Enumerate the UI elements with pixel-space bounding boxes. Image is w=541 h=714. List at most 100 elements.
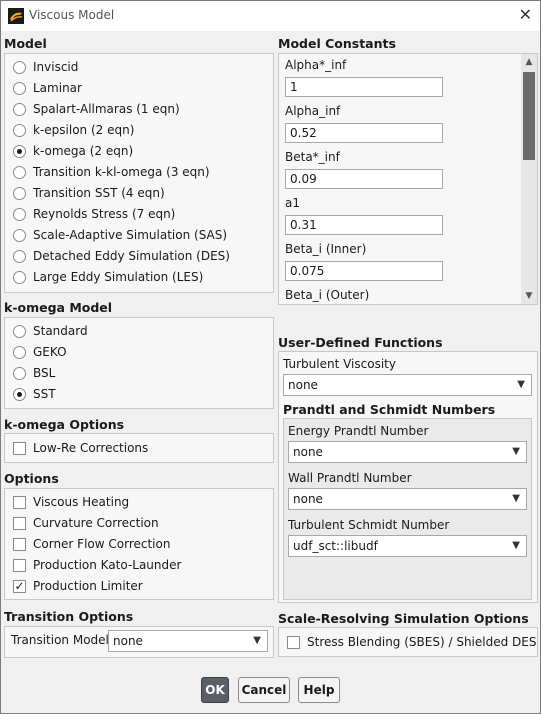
model-option-spalart-allmaras[interactable]: Spalart-Allmaras (1 eqn) bbox=[13, 100, 180, 118]
transition-options-section-title: Transition Options bbox=[4, 609, 134, 624]
radio-button-selected[interactable] bbox=[13, 387, 26, 401]
scroll-up-icon[interactable]: ▲ bbox=[521, 54, 537, 70]
beta-star-inf-input[interactable]: 0.09 bbox=[285, 169, 443, 189]
a1-input[interactable]: 0.31 bbox=[285, 215, 443, 235]
model-option-transition-k-kl-omega[interactable]: Transition k-kl-omega (3 eqn) bbox=[13, 163, 210, 181]
chevron-down-icon: ▼ bbox=[512, 540, 520, 551]
help-button[interactable]: Help bbox=[298, 677, 340, 703]
radio-button[interactable] bbox=[13, 324, 26, 338]
radio-button[interactable] bbox=[13, 366, 26, 380]
radio-button[interactable] bbox=[13, 345, 26, 359]
constants-scrollbar[interactable]: ▲ ▼ bbox=[521, 54, 537, 304]
checkbox[interactable] bbox=[13, 441, 26, 455]
srs-options-panel: Stress Blending (SBES) / Shielded DES bbox=[278, 627, 538, 657]
energy-prandtl-dropdown[interactable]: none ▼ bbox=[288, 441, 527, 463]
komega-option-geko[interactable]: GEKO bbox=[13, 343, 67, 361]
constant-label: Alpha*_inf bbox=[285, 58, 347, 72]
model-option-k-epsilon[interactable]: k-epsilon (2 eqn) bbox=[13, 121, 134, 139]
transition-model-label: Transition Model bbox=[11, 633, 109, 647]
turbulent-schmidt-dropdown[interactable]: udf_sct::libudf ▼ bbox=[288, 535, 527, 557]
transition-model-dropdown[interactable]: none ▼ bbox=[108, 630, 268, 652]
option-label: Scale-Adaptive Simulation (SAS) bbox=[33, 228, 228, 242]
constant-label: Beta_i (Outer) bbox=[285, 288, 370, 302]
model-constants-section-title: Model Constants bbox=[278, 36, 396, 51]
production-kato-launder-checkbox[interactable]: Production Kato-Launder bbox=[13, 556, 181, 574]
window-title: Viscous Model bbox=[29, 8, 115, 22]
model-constants-panel: Alpha*_inf 1 Alpha_inf 0.52 Beta*_inf 0.… bbox=[278, 53, 538, 305]
viscous-heating-checkbox[interactable]: Viscous Heating bbox=[13, 493, 129, 511]
radio-button[interactable] bbox=[13, 228, 26, 242]
checkbox[interactable] bbox=[13, 537, 26, 551]
model-option-reynolds-stress[interactable]: Reynolds Stress (7 eqn) bbox=[13, 205, 175, 223]
model-option-k-omega[interactable]: k-omega (2 eqn) bbox=[13, 142, 133, 160]
chevron-down-icon: ▼ bbox=[512, 446, 520, 457]
option-label: k-omega (2 eqn) bbox=[33, 144, 134, 158]
radio-button-selected[interactable] bbox=[13, 144, 26, 158]
option-label: Laminar bbox=[33, 81, 82, 95]
prandtl-schmidt-title: Prandtl and Schmidt Numbers bbox=[283, 402, 496, 417]
close-icon[interactable]: ✕ bbox=[519, 6, 532, 24]
corner-flow-correction-checkbox[interactable]: Corner Flow Correction bbox=[13, 535, 170, 553]
radio-button[interactable] bbox=[13, 60, 26, 74]
constant-label: Beta_i (Inner) bbox=[285, 242, 367, 256]
option-label: Transition k-kl-omega (3 eqn) bbox=[33, 165, 210, 179]
model-option-inviscid[interactable]: Inviscid bbox=[13, 58, 78, 76]
model-option-les[interactable]: Large Eddy Simulation (LES) bbox=[13, 268, 203, 286]
komega-option-standard[interactable]: Standard bbox=[13, 322, 88, 340]
model-option-laminar[interactable]: Laminar bbox=[13, 79, 82, 97]
production-limiter-checkbox[interactable]: ✓ Production Limiter bbox=[13, 577, 143, 595]
dropdown-value: udf_sct::libudf bbox=[293, 539, 378, 553]
checkbox-checked[interactable]: ✓ bbox=[13, 579, 26, 593]
scroll-down-icon[interactable]: ▼ bbox=[521, 288, 537, 304]
komega-option-bsl[interactable]: BSL bbox=[13, 364, 55, 382]
constant-label: Beta*_inf bbox=[285, 150, 340, 164]
checkbox[interactable] bbox=[13, 558, 26, 572]
radio-button[interactable] bbox=[13, 165, 26, 179]
dropdown-value: none bbox=[293, 445, 323, 459]
model-option-sas[interactable]: Scale-Adaptive Simulation (SAS) bbox=[13, 226, 227, 244]
checkbox[interactable] bbox=[287, 635, 300, 649]
viscous-model-dialog: Viscous Model ✕ Model Inviscid Laminar S… bbox=[0, 0, 541, 714]
checkbox-label: Corner Flow Correction bbox=[33, 537, 171, 551]
komega-options-section-title: k-omega Options bbox=[4, 417, 125, 432]
constant-label: a1 bbox=[285, 196, 300, 210]
radio-button[interactable] bbox=[13, 270, 26, 284]
radio-button[interactable] bbox=[13, 186, 26, 200]
radio-button[interactable] bbox=[13, 207, 26, 221]
dropdown-value: none bbox=[113, 634, 143, 648]
constant-label: Alpha_inf bbox=[285, 104, 341, 118]
chevron-down-icon: ▼ bbox=[512, 493, 520, 504]
cancel-button[interactable]: Cancel bbox=[238, 677, 290, 703]
alpha-star-inf-input[interactable]: 1 bbox=[285, 77, 443, 97]
checkbox-label: Viscous Heating bbox=[33, 495, 130, 509]
alpha-inf-input[interactable]: 0.52 bbox=[285, 123, 443, 143]
option-label: Detached Eddy Simulation (DES) bbox=[33, 249, 230, 263]
radio-button[interactable] bbox=[13, 102, 26, 116]
title-bar: Viscous Model ✕ bbox=[1, 1, 540, 31]
komega-options-panel: Low-Re Corrections bbox=[4, 433, 274, 463]
model-option-des[interactable]: Detached Eddy Simulation (DES) bbox=[13, 247, 230, 265]
model-option-transition-sst[interactable]: Transition SST (4 eqn) bbox=[13, 184, 165, 202]
checkbox[interactable] bbox=[13, 495, 26, 509]
app-icon bbox=[8, 8, 24, 24]
radio-button[interactable] bbox=[13, 81, 26, 95]
radio-button[interactable] bbox=[13, 123, 26, 137]
komega-option-sst[interactable]: SST bbox=[13, 385, 56, 403]
curvature-correction-checkbox[interactable]: Curvature Correction bbox=[13, 514, 159, 532]
options-panel: Viscous Heating Curvature Correction Cor… bbox=[4, 488, 274, 600]
turbulent-viscosity-dropdown[interactable]: none ▼ bbox=[283, 374, 532, 396]
beta-i-inner-input[interactable]: 0.075 bbox=[285, 261, 443, 281]
stress-blending-checkbox[interactable]: Stress Blending (SBES) / Shielded DES bbox=[287, 633, 536, 651]
checkbox-label: Stress Blending (SBES) / Shielded DES bbox=[307, 635, 537, 649]
ok-button[interactable]: OK bbox=[201, 677, 229, 703]
model-panel: Inviscid Laminar Spalart-Allmaras (1 eqn… bbox=[4, 53, 274, 293]
wall-prandtl-dropdown[interactable]: none ▼ bbox=[288, 488, 527, 510]
option-label: BSL bbox=[33, 366, 56, 380]
radio-button[interactable] bbox=[13, 249, 26, 263]
dropdown-value: none bbox=[288, 378, 318, 392]
scrollbar-thumb[interactable] bbox=[523, 72, 535, 160]
energy-prandtl-label: Energy Prandtl Number bbox=[288, 424, 429, 438]
checkbox[interactable] bbox=[13, 516, 26, 530]
udf-panel: Turbulent Viscosity none ▼ Prandtl and S… bbox=[278, 351, 538, 603]
low-re-corrections-checkbox[interactable]: Low-Re Corrections bbox=[13, 439, 148, 457]
